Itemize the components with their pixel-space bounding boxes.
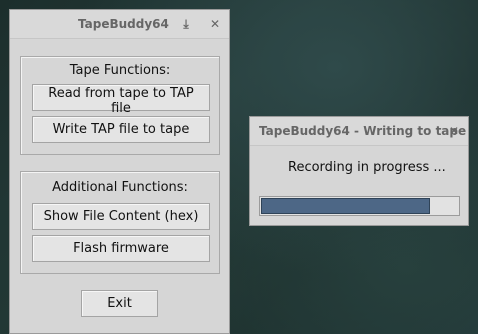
flash-firmware-button[interactable]: Flash firmware xyxy=(32,235,210,262)
write-tape-button[interactable]: Write TAP file to tape xyxy=(32,116,210,143)
tape-functions-heading: Tape Functions: xyxy=(69,63,171,78)
read-tape-button[interactable]: Read from tape to TAP file xyxy=(32,84,210,116)
window-title: TapeBuddy64 xyxy=(78,17,169,31)
progress-dialog: TapeBuddy64 - Writing to tape ✕ Recordin… xyxy=(249,116,469,226)
additional-functions-heading: Additional Functions: xyxy=(52,180,188,195)
main-titlebar[interactable]: TapeBuddy64 ⤓ ✕ xyxy=(10,10,229,39)
exit-button[interactable]: Exit xyxy=(81,290,158,317)
close-icon[interactable]: ✕ xyxy=(207,10,223,38)
show-file-content-button[interactable]: Show File Content (hex) xyxy=(32,203,210,230)
progress-bar xyxy=(259,196,460,216)
progress-titlebar[interactable]: TapeBuddy64 - Writing to tape ✕ xyxy=(250,117,468,146)
status-text: Recording in progress ... xyxy=(288,160,446,175)
additional-functions-group: Additional Functions: Show File Content … xyxy=(20,171,220,274)
tape-functions-group: Tape Functions: Read from tape to TAP fi… xyxy=(20,56,220,155)
progress-dialog-title: TapeBuddy64 - Writing to tape xyxy=(259,124,467,138)
download-icon[interactable]: ⤓ xyxy=(178,10,194,38)
progress-bar-fill xyxy=(261,198,430,214)
main-window: TapeBuddy64 ⤓ ✕ Tape Functions: Read fro… xyxy=(9,9,230,334)
close-icon[interactable]: ✕ xyxy=(446,117,462,145)
